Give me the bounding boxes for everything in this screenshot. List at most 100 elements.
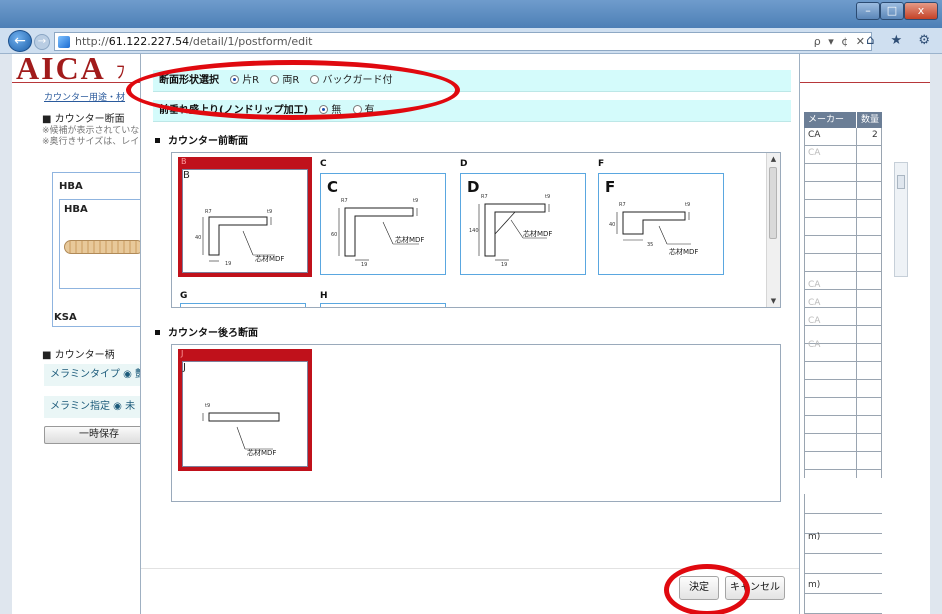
back-tile-j[interactable]: J J t9 芯材MDF [178,349,312,471]
material-label: 芯材MDF [255,254,284,263]
back-arrow-icon[interactable]: ← [8,30,32,52]
url-host: 61.122.227.54 [108,35,190,48]
confirm-button[interactable]: 決定 [679,576,719,600]
bg-hba-panel: HBA HBA [52,172,152,327]
front-tile-c[interactable]: C R7 t9 60 19 芯材MDF [320,173,446,275]
material-label: 芯材MDF [523,229,552,238]
browser-navbar: ← → http://61.122.227.54/detail/1/postfo… [0,28,942,54]
scroll-thumb[interactable] [769,167,777,239]
bg-lower-table [804,494,882,614]
front-section-box: B B R7 t9 40 19 芯材MDF C C R7 t9 60 19 芯材… [171,152,781,308]
front-section-heading: カウンター前断面 [155,132,248,147]
dim-label: 35 [647,242,653,248]
section-d-drawing: R7 t9 140 19 芯材MDF [469,194,552,268]
url-path: /detail/1/postform/edit [189,35,313,48]
drip-radio-none[interactable] [319,105,329,114]
bg-table-scrollbar[interactable] [894,162,908,277]
temp-save-button[interactable]: 一時保存 [44,426,154,444]
tile-letter: B [183,170,190,181]
url-text[interactable]: http://61.122.227.54/detail/1/postform/e… [75,35,312,48]
page-icon [58,36,70,48]
tile-caption: F [598,159,605,169]
front-tile-f[interactable]: F R7 t9 40 35 芯材MDF [598,173,724,275]
bg-cell: m) [808,532,821,542]
bg-hba-label: HBA [59,181,83,192]
scroll-down-icon[interactable]: ▼ [767,295,780,307]
material-label: 芯材MDF [247,448,276,457]
shape-radio-single-r[interactable] [230,75,240,84]
bullet-icon [155,330,160,335]
bg-ksa-label: KSA [54,312,77,323]
bg-cell: CA [808,316,821,326]
dim-label: t9 [267,209,272,215]
back-section-title: カウンター後ろ断面 [168,328,258,339]
bg-section-handle: ■ カウンター柄 [42,350,115,361]
back-section-heading: カウンター後ろ断面 [155,324,258,339]
shape-radio-double-r[interactable] [270,75,280,84]
window-titlebar: – □ x [0,0,942,28]
bg-cell: CA [808,280,821,290]
breadcrumb[interactable]: カウンター用途・材 [44,90,125,103]
bg-section-counter-label: カウンター断面 [54,114,125,125]
bg-th-qty: 数量 [857,112,882,128]
front-tile-g[interactable] [180,303,306,307]
cancel-button[interactable]: キャンセル [725,576,785,600]
front-section-scrollbar[interactable]: ▲ ▼ [766,153,780,307]
bg-table-scroll-thumb[interactable] [897,175,905,189]
address-actions-icons[interactable]: ρ ▾ ¢ ✕ [814,35,867,48]
dim-label: 40 [609,222,615,228]
bullet-icon [155,138,160,143]
bg-cell: m) [808,580,821,590]
bg-cell: CA [808,298,821,308]
drip-radio-yes[interactable] [352,105,362,114]
bg-cell: 2 [872,130,878,140]
bg-cell: CA [808,148,821,158]
shape-option-label: 片R [242,75,260,86]
tile-caption: C [320,159,327,169]
dim-label: R7 [341,198,348,204]
dim-label: 40 [195,235,201,241]
dim-label: R7 [205,209,212,215]
dim-label: t9 [685,202,690,208]
front-tile-b[interactable]: B B R7 t9 40 19 芯材MDF [178,157,312,277]
dim-label: t9 [545,194,550,200]
dim-label: 19 [225,261,231,267]
tile-caption: B [181,157,187,166]
bg-section-counter: ■ カウンター断面 [42,114,125,125]
home-favorites-settings-icons[interactable]: ⌂ ★ ⚙ [866,33,936,48]
close-window-button[interactable]: x [904,2,938,20]
bg-th-maker: メーカー [804,112,856,128]
tile-caption: H [320,291,328,301]
bg-section-handle-label: カウンター柄 [54,350,115,361]
bg-hba-inner: HBA [59,199,149,289]
dim-label: R7 [619,202,626,208]
dim-label: 60 [331,232,337,238]
dim-label: t9 [205,403,210,409]
bg-cell: CA [808,130,821,140]
bg-note-2: ※奥行きサイズは、レイア [42,137,149,147]
scroll-up-icon[interactable]: ▲ [767,153,780,165]
bg-melamine-type-row: メラミンタイプ ◉ 艶 [44,364,154,386]
tile-caption: J [181,349,184,358]
front-tile-d[interactable]: D R7 t9 140 19 芯材MDF [460,173,586,275]
drip-option-label: 無 [331,105,342,116]
tile-caption: D [460,159,468,169]
address-bar[interactable]: http://61.122.227.54/detail/1/postform/e… [54,32,872,51]
url-prefix: http:// [75,35,109,48]
tile-caption: G [180,291,188,301]
shape-radio-backguard[interactable] [310,75,320,84]
front-tile-h[interactable] [320,303,446,307]
dim-label: R7 [481,194,488,200]
bg-cell: CA [808,340,821,350]
bg-table-divider [856,128,857,478]
shape-option-label: バックガード付 [322,75,393,86]
forward-arrow-icon[interactable]: → [34,34,50,50]
dim-label: 140 [469,228,479,234]
logo-suffix: ﾌ [116,62,125,83]
tile-letter: J [183,362,186,373]
material-label: 芯材MDF [669,247,698,256]
minimize-button[interactable]: – [856,2,880,20]
drip-edge-title: 前垂れ盛上り(ノンドリップ加工) [159,105,309,116]
maximize-button[interactable]: □ [880,2,904,20]
aica-logo: AICA [16,54,106,86]
